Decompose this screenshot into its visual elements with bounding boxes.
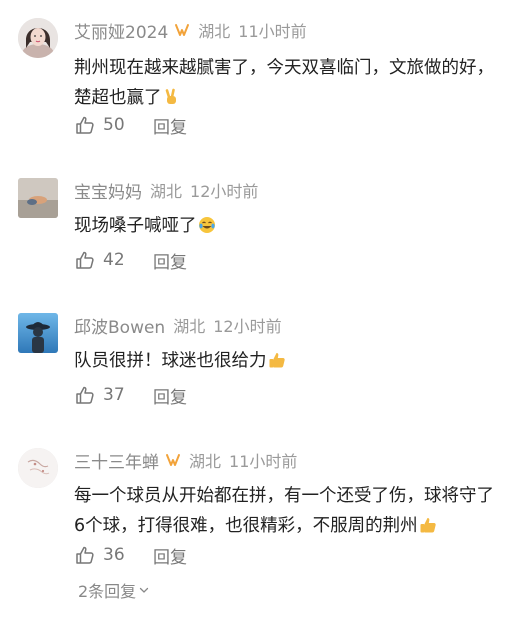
victory-hand-icon <box>165 88 176 104</box>
like-icon[interactable] <box>74 384 96 406</box>
reply-button[interactable]: 回复 <box>153 248 187 273</box>
like-icon[interactable] <box>74 544 96 566</box>
crying-laughing-face-icon <box>198 217 215 233</box>
timestamp: 11小时前 <box>229 452 298 471</box>
avatar[interactable] <box>18 313 58 353</box>
location: 湖北 <box>173 317 206 336</box>
replies-count-label: 2条回复 <box>78 582 137 601</box>
location: 湖北 <box>150 182 183 201</box>
comment-text-content: 现场嗓子喊哑了 <box>74 216 197 236</box>
user-portrait-icon <box>18 18 58 58</box>
user-photo-icon <box>18 178 58 218</box>
chevron-down-icon <box>140 587 149 593</box>
vip-badge-icon <box>166 454 180 466</box>
username[interactable]: 宝宝妈妈 <box>74 178 142 203</box>
view-replies-link[interactable]: 2条回复 <box>78 578 150 602</box>
thumbs-up-icon <box>420 518 436 533</box>
comment-text: 荆州现在越来越腻害了，今天双喜临门，文旅做的好，楚超也赢了 <box>74 53 504 113</box>
avatar[interactable] <box>18 178 58 218</box>
like-count: 36 <box>103 545 125 565</box>
comment-text: 每一个球员从开始都在拼，有一个还受了伤，球将守了6个球，打得很难，也很精彩，不服… <box>74 481 504 541</box>
reply-button[interactable]: 回复 <box>153 383 187 408</box>
comment-text-content: 荆州现在越来越腻害了，今天双喜临门，文旅做的好，楚超也赢了 <box>74 58 494 108</box>
reply-button[interactable]: 回复 <box>153 543 187 568</box>
thumbs-up-icon <box>269 353 285 368</box>
user-sketch-icon <box>18 448 58 488</box>
like-count: 42 <box>103 250 125 270</box>
username[interactable]: 三十三年蝉 <box>74 448 159 473</box>
avatar[interactable] <box>18 18 58 58</box>
vip-badge-icon <box>175 24 190 36</box>
like-icon[interactable] <box>74 249 96 271</box>
timestamp: 12小时前 <box>190 182 259 201</box>
location: 湖北 <box>189 452 222 471</box>
username[interactable]: 艾丽娅2024 <box>74 18 168 43</box>
like-icon[interactable] <box>74 114 96 136</box>
like-count: 50 <box>103 115 125 135</box>
reply-button[interactable]: 回复 <box>153 113 187 138</box>
like-count: 37 <box>103 385 125 405</box>
location: 湖北 <box>198 22 231 41</box>
comment-text: 队员很拼！球迷也很给力 <box>74 346 504 376</box>
username[interactable]: 邱波Bowen <box>74 313 165 338</box>
timestamp: 11小时前 <box>238 22 307 41</box>
comment-text-content: 队员很拼！球迷也很给力 <box>74 351 267 371</box>
timestamp: 12小时前 <box>213 317 282 336</box>
user-photo-icon <box>18 313 58 353</box>
avatar[interactable] <box>18 448 58 488</box>
comment-text: 现场嗓子喊哑了 <box>74 211 504 241</box>
